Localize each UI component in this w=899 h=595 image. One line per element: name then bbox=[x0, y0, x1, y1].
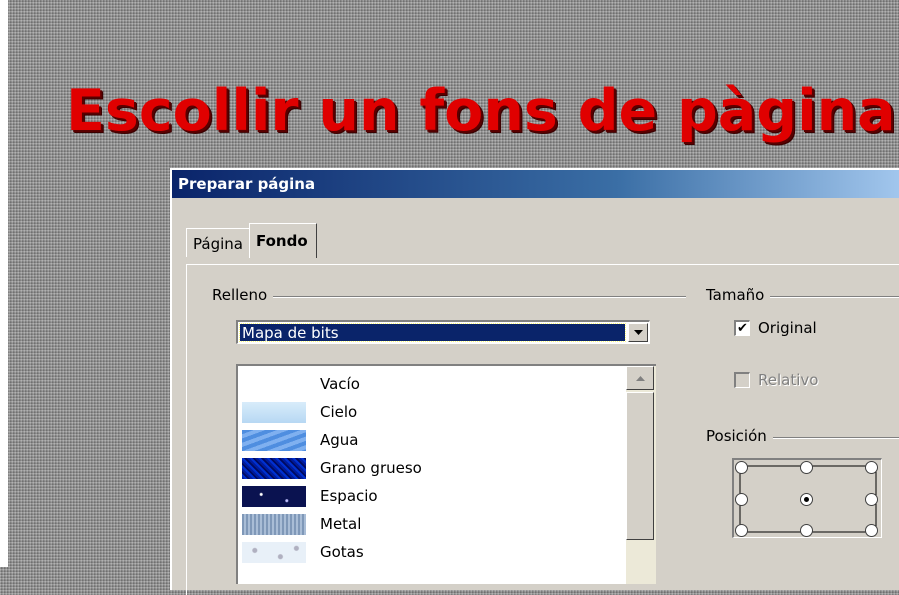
fill-group-line bbox=[212, 296, 686, 298]
list-item-label: Espacio bbox=[320, 487, 378, 505]
position-middle-right[interactable] bbox=[865, 493, 878, 506]
bitmap-swatch-metal bbox=[242, 513, 306, 535]
bitmap-swatch-drops bbox=[242, 541, 306, 563]
bitmap-swatch-empty bbox=[242, 373, 306, 395]
dropdown-arrow-icon[interactable] bbox=[628, 323, 648, 342]
list-item-label: Gotas bbox=[320, 543, 364, 561]
list-item[interactable]: Vacío bbox=[242, 372, 360, 396]
list-item-label: Agua bbox=[320, 431, 359, 449]
dialog-title: Preparar página bbox=[178, 175, 316, 193]
list-item-label: Grano grueso bbox=[320, 459, 422, 477]
position-bottom-center[interactable] bbox=[800, 524, 813, 537]
list-scrollbar[interactable] bbox=[626, 366, 656, 584]
scroll-thumb[interactable] bbox=[626, 392, 654, 540]
fill-type-select[interactable]: Mapa de bits bbox=[236, 320, 650, 344]
fill-group-label: Relleno bbox=[212, 286, 274, 304]
position-group-label: Posición bbox=[706, 427, 773, 445]
tab-bar: Página Fondo bbox=[186, 222, 317, 258]
list-item[interactable]: Espacio bbox=[242, 484, 378, 508]
list-item[interactable]: Metal bbox=[242, 512, 361, 536]
list-item-label: Vacío bbox=[320, 375, 360, 393]
list-item-label: Metal bbox=[320, 515, 362, 533]
list-item[interactable]: Gotas bbox=[242, 540, 364, 564]
bitmap-swatch-space bbox=[242, 485, 306, 507]
position-top-left[interactable] bbox=[735, 461, 748, 474]
bitmap-swatch-coarse-grain bbox=[242, 457, 306, 479]
position-bottom-left[interactable] bbox=[735, 524, 748, 537]
list-item[interactable]: Cielo bbox=[242, 400, 357, 424]
relative-size-checkbox: Relativo bbox=[734, 371, 818, 389]
position-middle-left[interactable] bbox=[735, 493, 748, 506]
position-center[interactable] bbox=[800, 493, 813, 506]
dialog-titlebar[interactable]: Preparar página bbox=[172, 170, 899, 198]
fill-type-value: Mapa de bits bbox=[239, 323, 626, 342]
bitmap-list[interactable]: Vacío Cielo Agua Grano grueso Espacio Me… bbox=[236, 364, 656, 584]
tab-page[interactable]: Página bbox=[186, 228, 250, 257]
position-bottom-right[interactable] bbox=[865, 524, 878, 537]
bitmap-swatch-sky bbox=[242, 401, 306, 423]
list-item-label: Cielo bbox=[320, 403, 358, 421]
left-edge-strip bbox=[0, 0, 8, 567]
list-item[interactable]: Grano grueso bbox=[242, 456, 422, 480]
position-top-center[interactable] bbox=[800, 461, 813, 474]
bitmap-swatch-water bbox=[242, 429, 306, 451]
original-label: Original bbox=[758, 319, 817, 337]
checkmark-icon[interactable]: ✔ bbox=[734, 320, 750, 336]
tab-background[interactable]: Fondo bbox=[248, 223, 317, 258]
checkbox-empty-icon bbox=[734, 372, 750, 388]
position-grid[interactable] bbox=[732, 458, 882, 538]
original-size-checkbox[interactable]: ✔ Original bbox=[734, 319, 817, 337]
list-item[interactable]: Agua bbox=[242, 428, 358, 452]
slide-title: Escollir un fons de pàgina bbox=[66, 78, 896, 144]
size-group-label: Tamaño bbox=[706, 286, 771, 304]
scroll-up-button[interactable] bbox=[626, 366, 654, 390]
scroll-up-arrow-icon bbox=[635, 375, 645, 381]
position-top-right[interactable] bbox=[865, 461, 878, 474]
relative-label: Relativo bbox=[758, 371, 819, 389]
